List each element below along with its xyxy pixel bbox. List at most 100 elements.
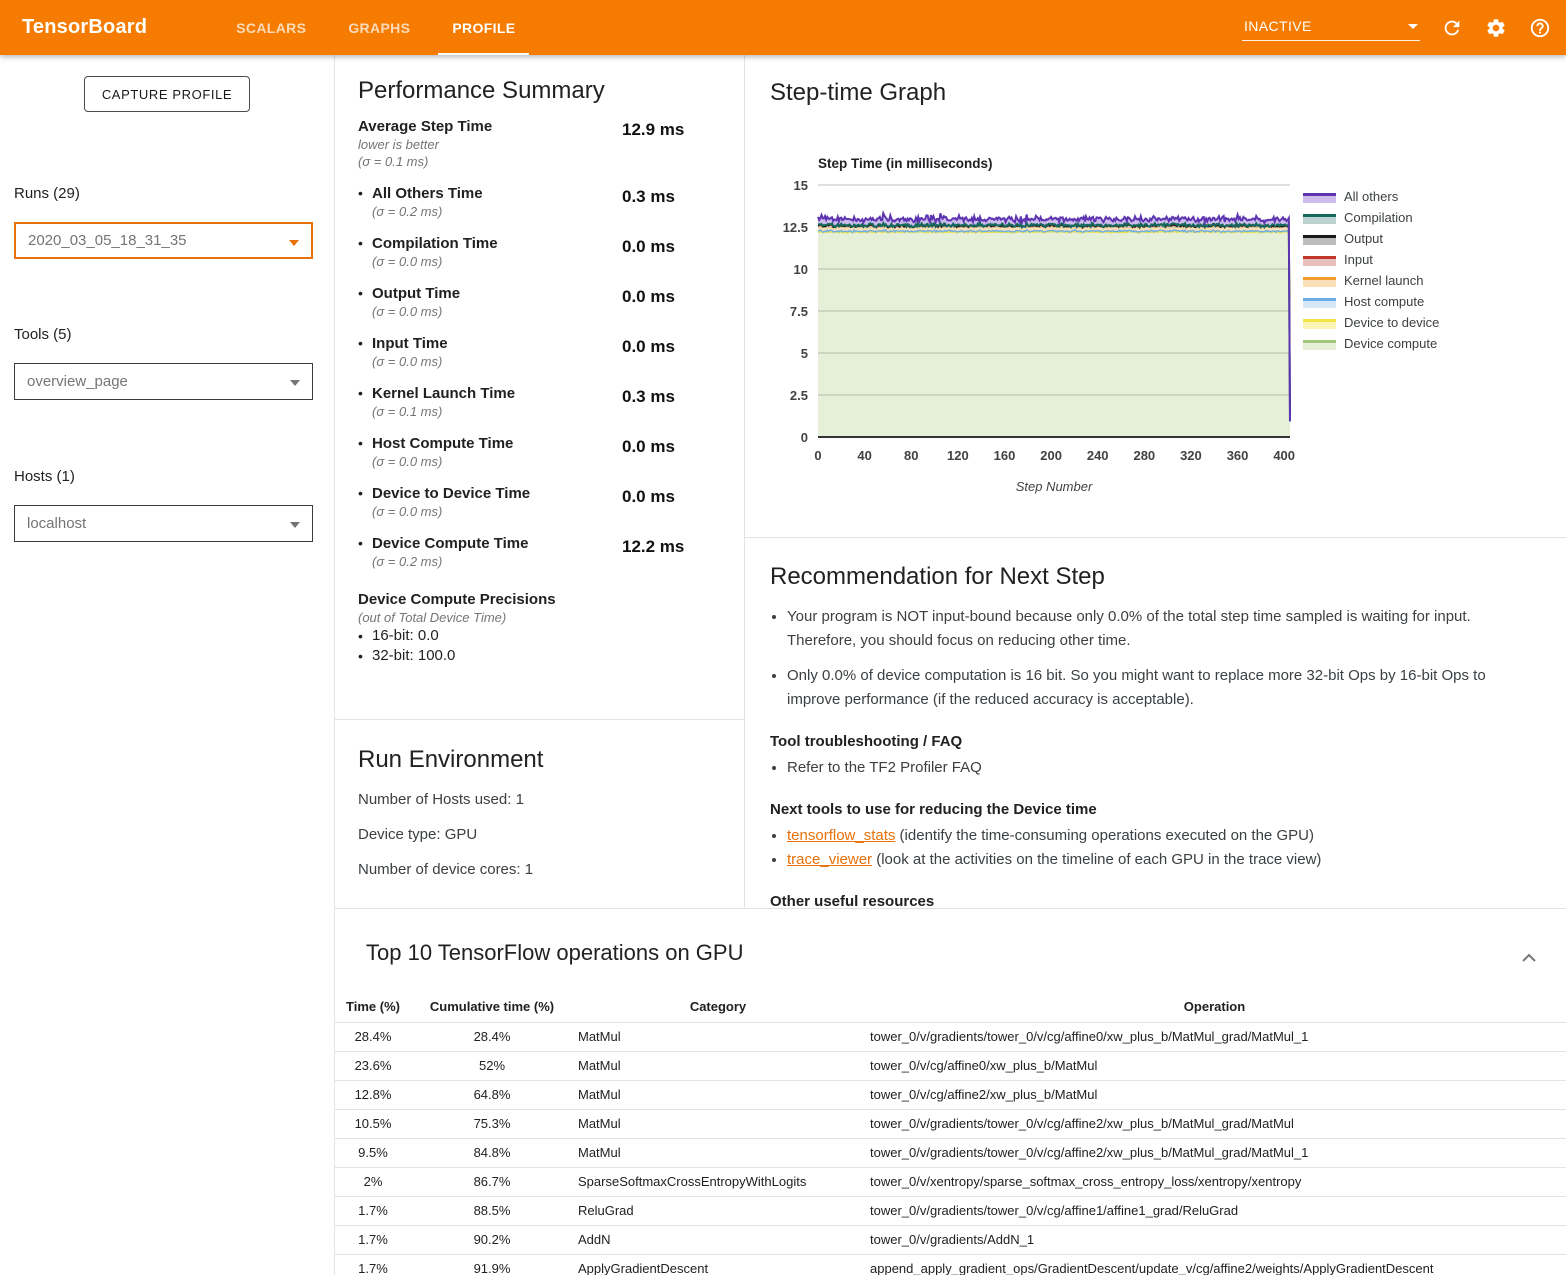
table-cell: append_apply_gradient_ops/GradientDescen… xyxy=(863,1254,1566,1275)
legend-label: Compilation xyxy=(1344,210,1413,225)
next-tool: tensorflow_stats (identify the time-cons… xyxy=(787,824,1526,848)
performance-items: •All Others Time(σ = 0.2 ms)0.3 ms •Compi… xyxy=(358,184,724,570)
performance-item-label: Device Compute Time xyxy=(372,534,528,553)
top-ops-table: Time (%)Cumulative time (%)CategoryOpera… xyxy=(335,992,1566,1275)
next-tools-heading: Next tools to use for reducing the Devic… xyxy=(770,800,1526,820)
performance-item-label: Kernel Launch Time xyxy=(372,384,515,403)
tab-graphs[interactable]: GRAPHS xyxy=(334,0,424,55)
table-cell: tower_0/v/xentropy/sparse_softmax_cross_… xyxy=(863,1167,1566,1196)
hosts-select[interactable]: localhost xyxy=(14,505,313,542)
average-step-time-value: 12.9 ms xyxy=(622,117,724,170)
tools-select-value: overview_page xyxy=(27,373,128,390)
legend-swatch-icon xyxy=(1303,212,1336,224)
performance-item-value: 0.3 ms xyxy=(622,384,724,420)
table-cell: tower_0/v/cg/affine0/xw_plus_b/MatMul xyxy=(863,1051,1566,1080)
legend-item: Output xyxy=(1303,228,1439,249)
svg-text:Step Number: Step Number xyxy=(1016,479,1093,494)
legend-swatch-icon xyxy=(1303,338,1336,350)
nav-tabs: SCALARS GRAPHS PROFILE xyxy=(215,0,536,55)
table-row: 9.5%84.8%MatMultower_0/v/gradients/tower… xyxy=(335,1138,1566,1167)
legend-item: Kernel launch xyxy=(1303,270,1439,291)
performance-item-sigma: (σ = 0.0 ms) xyxy=(358,503,622,520)
table-cell: 84.8% xyxy=(411,1138,573,1167)
performance-item-label: Input Time xyxy=(372,334,448,353)
svg-text:240: 240 xyxy=(1087,448,1109,463)
tab-profile[interactable]: PROFILE xyxy=(438,0,529,55)
performance-item-value: 0.0 ms xyxy=(622,284,724,320)
tools-label: Tools (5) xyxy=(14,326,334,343)
performance-item-value: 0.3 ms xyxy=(622,184,724,220)
next-tool-link[interactable]: trace_viewer xyxy=(787,851,872,868)
table-cell: 28.4% xyxy=(335,1022,411,1051)
hosts-label: Hosts (1) xyxy=(14,468,334,485)
table-header-row: Time (%)Cumulative time (%)CategoryOpera… xyxy=(335,992,1566,1022)
recommendation-bullets: Your program is NOT input-bound because … xyxy=(770,605,1526,712)
average-step-time-sigma: (σ = 0.1 ms) xyxy=(358,153,622,170)
legend-swatch-icon xyxy=(1303,233,1336,245)
legend-label: Device compute xyxy=(1344,336,1437,351)
table-cell: 75.3% xyxy=(411,1109,573,1138)
tab-scalars[interactable]: SCALARS xyxy=(222,0,320,55)
svg-text:160: 160 xyxy=(994,448,1016,463)
performance-item: •Kernel Launch Time(σ = 0.1 ms)0.3 ms xyxy=(358,384,724,420)
performance-item: •Compilation Time(σ = 0.0 ms)0.0 ms xyxy=(358,234,724,270)
performance-item-sigma: (σ = 0.1 ms) xyxy=(358,403,622,420)
table-cell: 91.9% xyxy=(411,1254,573,1275)
status-dropdown[interactable]: INACTIVE xyxy=(1242,14,1420,41)
performance-item: •All Others Time(σ = 0.2 ms)0.3 ms xyxy=(358,184,724,220)
help-icon[interactable] xyxy=(1528,16,1552,40)
settings-gear-icon[interactable] xyxy=(1484,16,1508,40)
bullet-icon: • xyxy=(358,234,372,253)
performance-summary-title: Performance Summary xyxy=(358,55,724,105)
table-cell: ApplyGradientDescent xyxy=(573,1254,863,1275)
table-column-header: Operation xyxy=(863,992,1566,1022)
chevron-down-icon xyxy=(1408,24,1418,29)
top-ops-section: Top 10 TensorFlow operations on GPU Time… xyxy=(335,908,1566,1275)
chevron-down-icon xyxy=(290,380,300,386)
bullet-icon: • xyxy=(358,384,372,403)
legend-item: Device compute xyxy=(1303,333,1439,354)
performance-item-sigma: (σ = 0.0 ms) xyxy=(358,453,622,470)
table-cell: MatMul xyxy=(573,1022,863,1051)
table-cell: 12.8% xyxy=(335,1080,411,1109)
legend-item: All others xyxy=(1303,186,1439,207)
app-title: TensorBoard xyxy=(22,16,147,39)
runs-select[interactable]: 2020_03_05_18_31_35 xyxy=(14,222,313,259)
tools-select[interactable]: overview_page xyxy=(14,363,313,400)
bullet-icon: • xyxy=(358,284,372,303)
average-step-time-row: Average Step Time lower is better (σ = 0… xyxy=(358,117,724,170)
svg-text:7.5: 7.5 xyxy=(790,304,808,319)
table-cell: 2% xyxy=(335,1167,411,1196)
svg-text:40: 40 xyxy=(857,448,871,463)
collapse-chevron-up-icon[interactable] xyxy=(1522,949,1536,958)
table-row: 1.7%90.2%AddNtower_0/v/gradients/AddN_1 xyxy=(335,1225,1566,1254)
run-environment-panel: Run Environment Number of Hosts used: 1D… xyxy=(335,720,745,908)
svg-text:0: 0 xyxy=(814,448,821,463)
performance-item-sigma: (σ = 0.2 ms) xyxy=(358,553,622,570)
bullet-icon: • xyxy=(358,534,372,553)
performance-item-label: Output Time xyxy=(372,284,460,303)
table-cell: tower_0/v/cg/affine2/xw_plus_b/MatMul xyxy=(863,1080,1566,1109)
capture-profile-button[interactable]: CAPTURE PROFILE xyxy=(84,76,250,112)
legend-label: Input xyxy=(1344,252,1373,267)
performance-item-value: 0.0 ms xyxy=(622,484,724,520)
next-tool-link[interactable]: tensorflow_stats xyxy=(787,827,895,844)
table-cell: tower_0/v/gradients/tower_0/v/cg/affine2… xyxy=(863,1138,1566,1167)
table-cell: tower_0/v/gradients/tower_0/v/cg/affine0… xyxy=(863,1022,1566,1051)
reload-icon[interactable] xyxy=(1440,16,1464,40)
table-cell: 9.5% xyxy=(335,1138,411,1167)
legend-item: Input xyxy=(1303,249,1439,270)
run-environment-title: Run Environment xyxy=(358,720,724,774)
performance-item-value: 0.0 ms xyxy=(622,434,724,470)
svg-text:0: 0 xyxy=(801,430,808,445)
hosts-select-value: localhost xyxy=(27,515,86,532)
sidebar: CAPTURE PROFILE Runs (29) 2020_03_05_18_… xyxy=(0,55,335,1275)
performance-item-sigma: (σ = 0.2 ms) xyxy=(358,203,622,220)
legend-item: Device to device xyxy=(1303,312,1439,333)
recommendation-bullet: Your program is NOT input-bound because … xyxy=(787,605,1526,653)
performance-item-label: Device to Device Time xyxy=(372,484,530,503)
bullet-icon: • xyxy=(358,626,372,646)
top-ops-title: Top 10 TensorFlow operations on GPU xyxy=(366,940,743,966)
legend-swatch-icon xyxy=(1303,191,1336,203)
legend-label: Output xyxy=(1344,231,1383,246)
